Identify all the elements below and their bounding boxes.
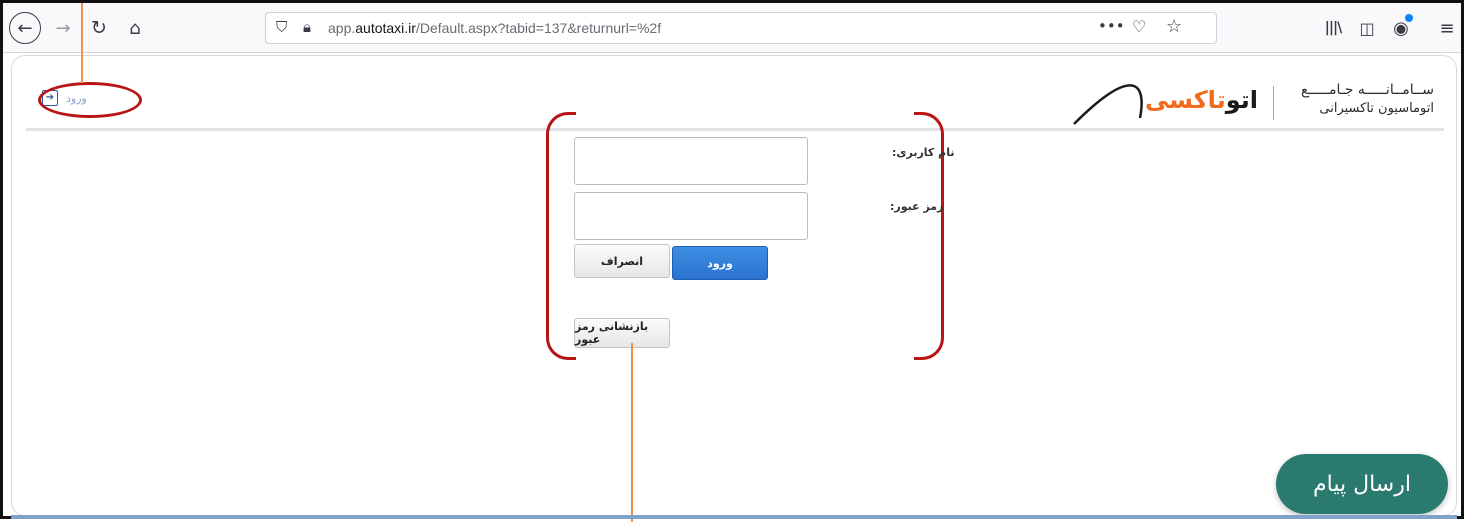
reset-password-button[interactable]: بازنشانی رمز عبور xyxy=(574,318,670,348)
annotation-ellipse xyxy=(38,82,142,118)
header-divider xyxy=(26,128,1444,131)
forward-arrow-icon[interactable]: → xyxy=(51,16,75,40)
annotation-line-bottom xyxy=(631,343,633,522)
annotation-line-top xyxy=(81,3,83,83)
url-path: /Default.aspx?tabid=137&returnurl=%2f xyxy=(415,20,662,36)
password-field[interactable] xyxy=(574,192,808,240)
cancel-button[interactable]: انصراف xyxy=(574,244,670,278)
send-message-button[interactable]: ارسال پیام xyxy=(1276,454,1448,514)
logo-subtitle: اتوماسیون تاکسیرانی xyxy=(1319,101,1434,116)
pocket-icon[interactable]: ♡ xyxy=(1132,17,1146,36)
home-icon[interactable]: ⌂ xyxy=(123,16,147,40)
reload-icon[interactable]: ↻ xyxy=(87,16,111,40)
logo-brand: اتوتاکسی xyxy=(1145,86,1258,114)
browser-toolbar: ← → ↻ ⌂ ⛉ 🔒︎ app.autotaxi.ir/Default.asp… xyxy=(3,3,1461,53)
login-button[interactable]: ورود xyxy=(672,246,768,280)
username-label: نام کاربری: xyxy=(892,146,955,159)
shield-icon[interactable]: ⛉ xyxy=(276,18,287,36)
page-content: ➔ ورود ســامــانـــــه جـامـــــع اتوماس… xyxy=(11,55,1457,516)
bookmark-star-icon[interactable]: ☆ xyxy=(1166,16,1182,37)
back-arrow-icon[interactable]: ← xyxy=(9,12,41,44)
page-bottom-strip xyxy=(11,515,1457,519)
username-field[interactable] xyxy=(574,137,808,185)
url-prefix: app. xyxy=(328,20,356,36)
browser-window: ← → ↻ ⌂ ⛉ 🔒︎ app.autotaxi.ir/Default.asp… xyxy=(0,0,1464,522)
page-actions-icon[interactable]: ••• xyxy=(1098,17,1125,35)
library-icon[interactable]: |||\ xyxy=(1321,16,1345,40)
logo-brand-dark: اتو xyxy=(1225,86,1258,114)
hamburger-menu-icon[interactable]: ≡ xyxy=(1435,16,1459,40)
url-text[interactable]: app.autotaxi.ir/Default.aspx?tabid=137&r… xyxy=(328,20,661,36)
annotation-bracket-left xyxy=(546,112,576,360)
insecure-lock-icon[interactable]: 🔒︎ xyxy=(303,18,311,36)
sidebar-icon[interactable]: ◫ xyxy=(1355,16,1379,40)
logo-divider xyxy=(1273,86,1274,120)
url-domain: autotaxi.ir xyxy=(355,20,416,36)
logo-title: ســامــانـــــه جـامـــــع xyxy=(1300,82,1434,98)
site-logo: ســامــانـــــه جـامـــــع اتوماسیون تاک… xyxy=(1073,78,1434,128)
logo-brand-orange: تاکسی xyxy=(1145,86,1226,114)
notification-dot xyxy=(1405,14,1413,22)
password-label: رمز عبور: xyxy=(890,200,944,213)
address-bar[interactable]: ⛉ 🔒︎ app.autotaxi.ir/Default.aspx?tabid=… xyxy=(265,12,1217,44)
